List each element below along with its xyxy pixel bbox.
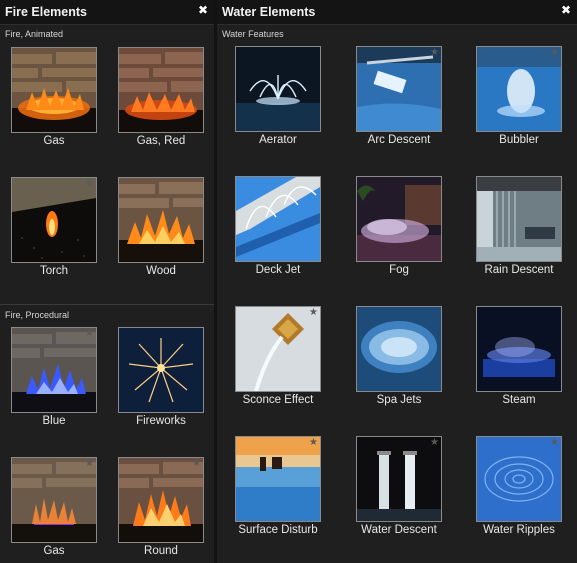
tile-label: Aerator: [259, 134, 297, 146]
thumbnail-water-descent: ★: [356, 436, 442, 522]
tile-sconce-effect[interactable]: ★ Sconce Effect: [235, 306, 321, 412]
tile-label: Blue: [42, 415, 66, 427]
tile-label: Torch: [39, 265, 69, 277]
tile-label: Fireworks: [136, 415, 186, 427]
thumbnail-steam: [476, 306, 562, 392]
tile-deck-jet[interactable]: Deck Jet: [235, 176, 321, 282]
tile-label: Sconce Effect: [242, 394, 314, 406]
water-panel-title: Water Elements: [222, 5, 316, 19]
tile-label: Steam: [502, 394, 536, 406]
star-icon[interactable]: ★: [85, 329, 94, 339]
tile-label: Bubbler: [499, 134, 539, 146]
tile-fireworks[interactable]: Fireworks: [118, 327, 204, 433]
tile-steam[interactable]: Steam: [476, 306, 562, 412]
tile-gas-procedural[interactable]: ★ Gas: [11, 457, 97, 563]
tile-rain-descent[interactable]: Rain Descent: [476, 176, 562, 282]
thumbnail-gas-fire: [11, 47, 97, 133]
thumbnail-wood-fire: [118, 177, 204, 263]
tile-label: Round: [144, 545, 178, 557]
tile-torch[interactable]: ★ Torch: [11, 177, 97, 283]
thumbnail-water-ripples: ★: [476, 436, 562, 522]
tile-blue[interactable]: ★ Blue: [11, 327, 97, 433]
tile-gas[interactable]: Gas: [11, 47, 97, 153]
star-icon[interactable]: ★: [430, 48, 439, 58]
thumbnail-gas-procedural: ★: [11, 457, 97, 543]
tile-label: Spa Jets: [376, 394, 422, 406]
tile-water-ripples[interactable]: ★ Water Ripples: [476, 436, 562, 542]
thumbnail-fireworks: [118, 327, 204, 413]
tile-surface-disturb[interactable]: ★ Surface Disturb: [235, 436, 321, 542]
thumbnail-surface-disturb: ★: [235, 436, 321, 522]
tile-label: Surface Disturb: [238, 524, 318, 536]
star-icon[interactable]: ★: [85, 459, 94, 469]
fire-panel-header: Fire Elements ✖: [0, 0, 214, 25]
thumbnail-torch-fire: ★: [11, 177, 97, 263]
star-icon[interactable]: ★: [550, 48, 559, 58]
tile-label: Gas, Red: [136, 135, 186, 147]
tile-label: Water Ripples: [483, 524, 555, 536]
tile-spa-jets[interactable]: Spa Jets: [356, 306, 442, 412]
fire-elements-panel: Fire Elements ✖ Fire, Animated Gas Gas, …: [0, 0, 214, 563]
tile-label: Gas: [43, 545, 65, 557]
section-label-water-features: Water Features: [222, 29, 284, 39]
thumbnail-sconce-effect: ★: [235, 306, 321, 392]
star-icon[interactable]: ★: [430, 438, 439, 448]
close-icon[interactable]: ✖: [561, 3, 571, 17]
tile-aerator[interactable]: Aerator: [235, 46, 321, 152]
fire-panel-title: Fire Elements: [5, 5, 87, 19]
tile-bubbler[interactable]: ★ Bubbler: [476, 46, 562, 152]
tile-label: Arc Descent: [367, 134, 431, 146]
section-label-fire-animated: Fire, Animated: [5, 29, 64, 39]
tile-label: Water Descent: [361, 524, 437, 536]
water-elements-panel: Water Elements ✖ Water Features Aerator: [217, 0, 577, 563]
thumbnail-deck-jet: [235, 176, 321, 262]
section-divider: [0, 304, 214, 305]
close-icon[interactable]: ✖: [198, 3, 208, 17]
thumbnail-aerator: [235, 46, 321, 132]
tile-label: Fog: [389, 264, 409, 276]
section-label-fire-procedural: Fire, Procedural: [5, 310, 70, 320]
thumbnail-round-fire: ★: [118, 457, 204, 543]
tile-label: Rain Descent: [484, 264, 554, 276]
tile-fog[interactable]: Fog: [356, 176, 442, 282]
thumbnail-blue-fire: ★: [11, 327, 97, 413]
water-panel-header: Water Elements ✖: [217, 0, 577, 25]
thumbnail-arc-descent: ★: [356, 46, 442, 132]
star-icon[interactable]: ★: [309, 308, 318, 318]
tile-water-descent[interactable]: ★ Water Descent: [356, 436, 442, 542]
tile-gas-red[interactable]: Gas, Red: [118, 47, 204, 153]
tile-label: Wood: [146, 265, 176, 277]
tile-wood[interactable]: Wood: [118, 177, 204, 283]
tile-arc-descent[interactable]: ★ Arc Descent: [356, 46, 442, 152]
star-icon[interactable]: ★: [192, 459, 201, 469]
tile-label: Deck Jet: [255, 264, 301, 276]
star-icon[interactable]: ★: [550, 438, 559, 448]
tile-round[interactable]: ★ Round: [118, 457, 204, 563]
thumbnail-gas-red-fire: [118, 47, 204, 133]
thumbnail-bubbler: ★: [476, 46, 562, 132]
tile-label: Gas: [43, 135, 65, 147]
thumbnail-rain-descent: [476, 176, 562, 262]
star-icon[interactable]: ★: [85, 179, 94, 189]
thumbnail-fog: [356, 176, 442, 262]
thumbnail-spa-jets: [356, 306, 442, 392]
star-icon[interactable]: ★: [309, 438, 318, 448]
